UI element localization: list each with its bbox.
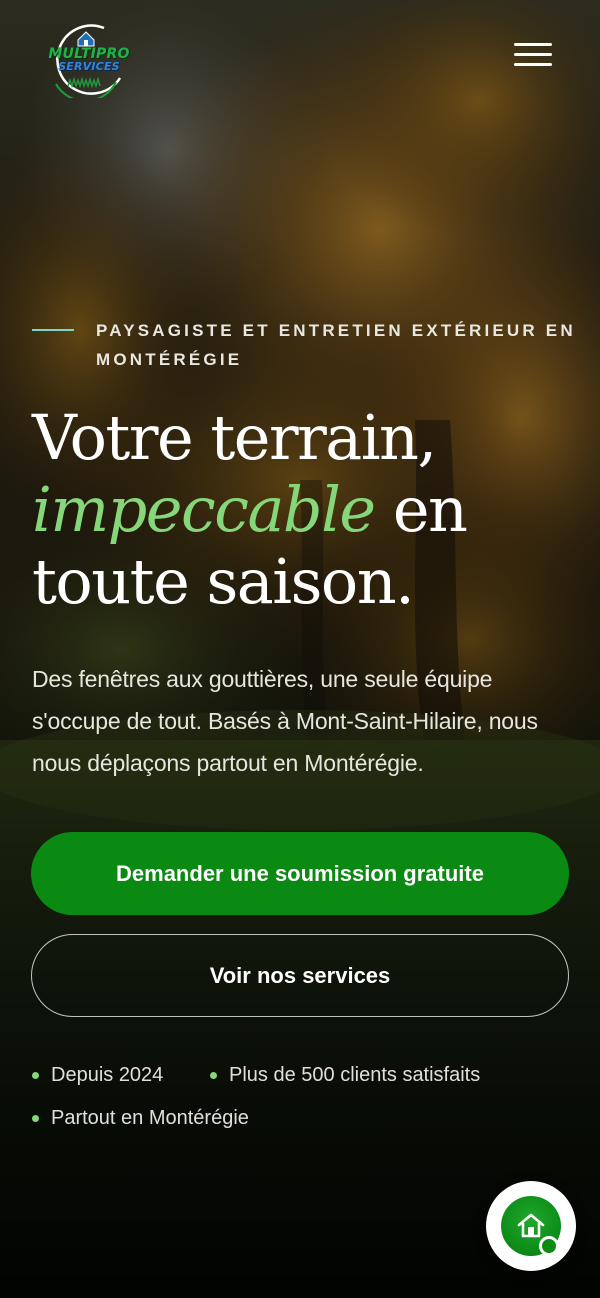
online-status-indicator bbox=[539, 1236, 559, 1256]
fact-item: Partout en Montérégie bbox=[32, 1107, 249, 1130]
hero-headline: Votre terrain, impeccable en toute saison… bbox=[32, 402, 572, 618]
headline-part-1: Votre terrain, bbox=[32, 401, 437, 474]
eyebrow-divider-line bbox=[32, 329, 74, 331]
bullet-dot-icon bbox=[210, 1072, 217, 1079]
hero-section: MULTIPRO SERVICES PAYSAGISTE ET ENTRETIE… bbox=[0, 0, 600, 1298]
view-services-button[interactable]: Voir nos services bbox=[31, 934, 569, 1017]
bullet-dot-icon bbox=[32, 1072, 39, 1079]
fact-label: Depuis 2024 bbox=[51, 1064, 164, 1086]
fact-item: Plus de 500 clients satisfaits bbox=[210, 1064, 480, 1087]
request-free-quote-button[interactable]: Demander une soumission gratuite bbox=[31, 832, 569, 915]
hero-lead-paragraph: Des fenêtres aux gouttières, une seule é… bbox=[32, 666, 538, 776]
floating-home-button[interactable] bbox=[486, 1181, 576, 1271]
hamburger-menu-icon[interactable] bbox=[514, 40, 552, 70]
bullet-dot-icon bbox=[32, 1115, 39, 1122]
logo-wordmark-services: SERVICES bbox=[58, 60, 120, 73]
fact-label: Partout en Montérégie bbox=[51, 1107, 249, 1129]
menu-bar bbox=[514, 53, 552, 56]
menu-bar bbox=[514, 63, 552, 66]
multipro-services-logo[interactable]: MULTIPRO SERVICES bbox=[42, 22, 136, 98]
fact-label: Plus de 500 clients satisfaits bbox=[229, 1064, 481, 1086]
menu-bar bbox=[514, 43, 552, 46]
hero-eyebrow: PAYSAGISTE ET ENTRETIEN EXTÉRIEUR EN MON… bbox=[96, 321, 576, 369]
headline-accent-word: impeccable bbox=[32, 473, 376, 546]
fact-item: Depuis 2024 bbox=[32, 1064, 163, 1087]
